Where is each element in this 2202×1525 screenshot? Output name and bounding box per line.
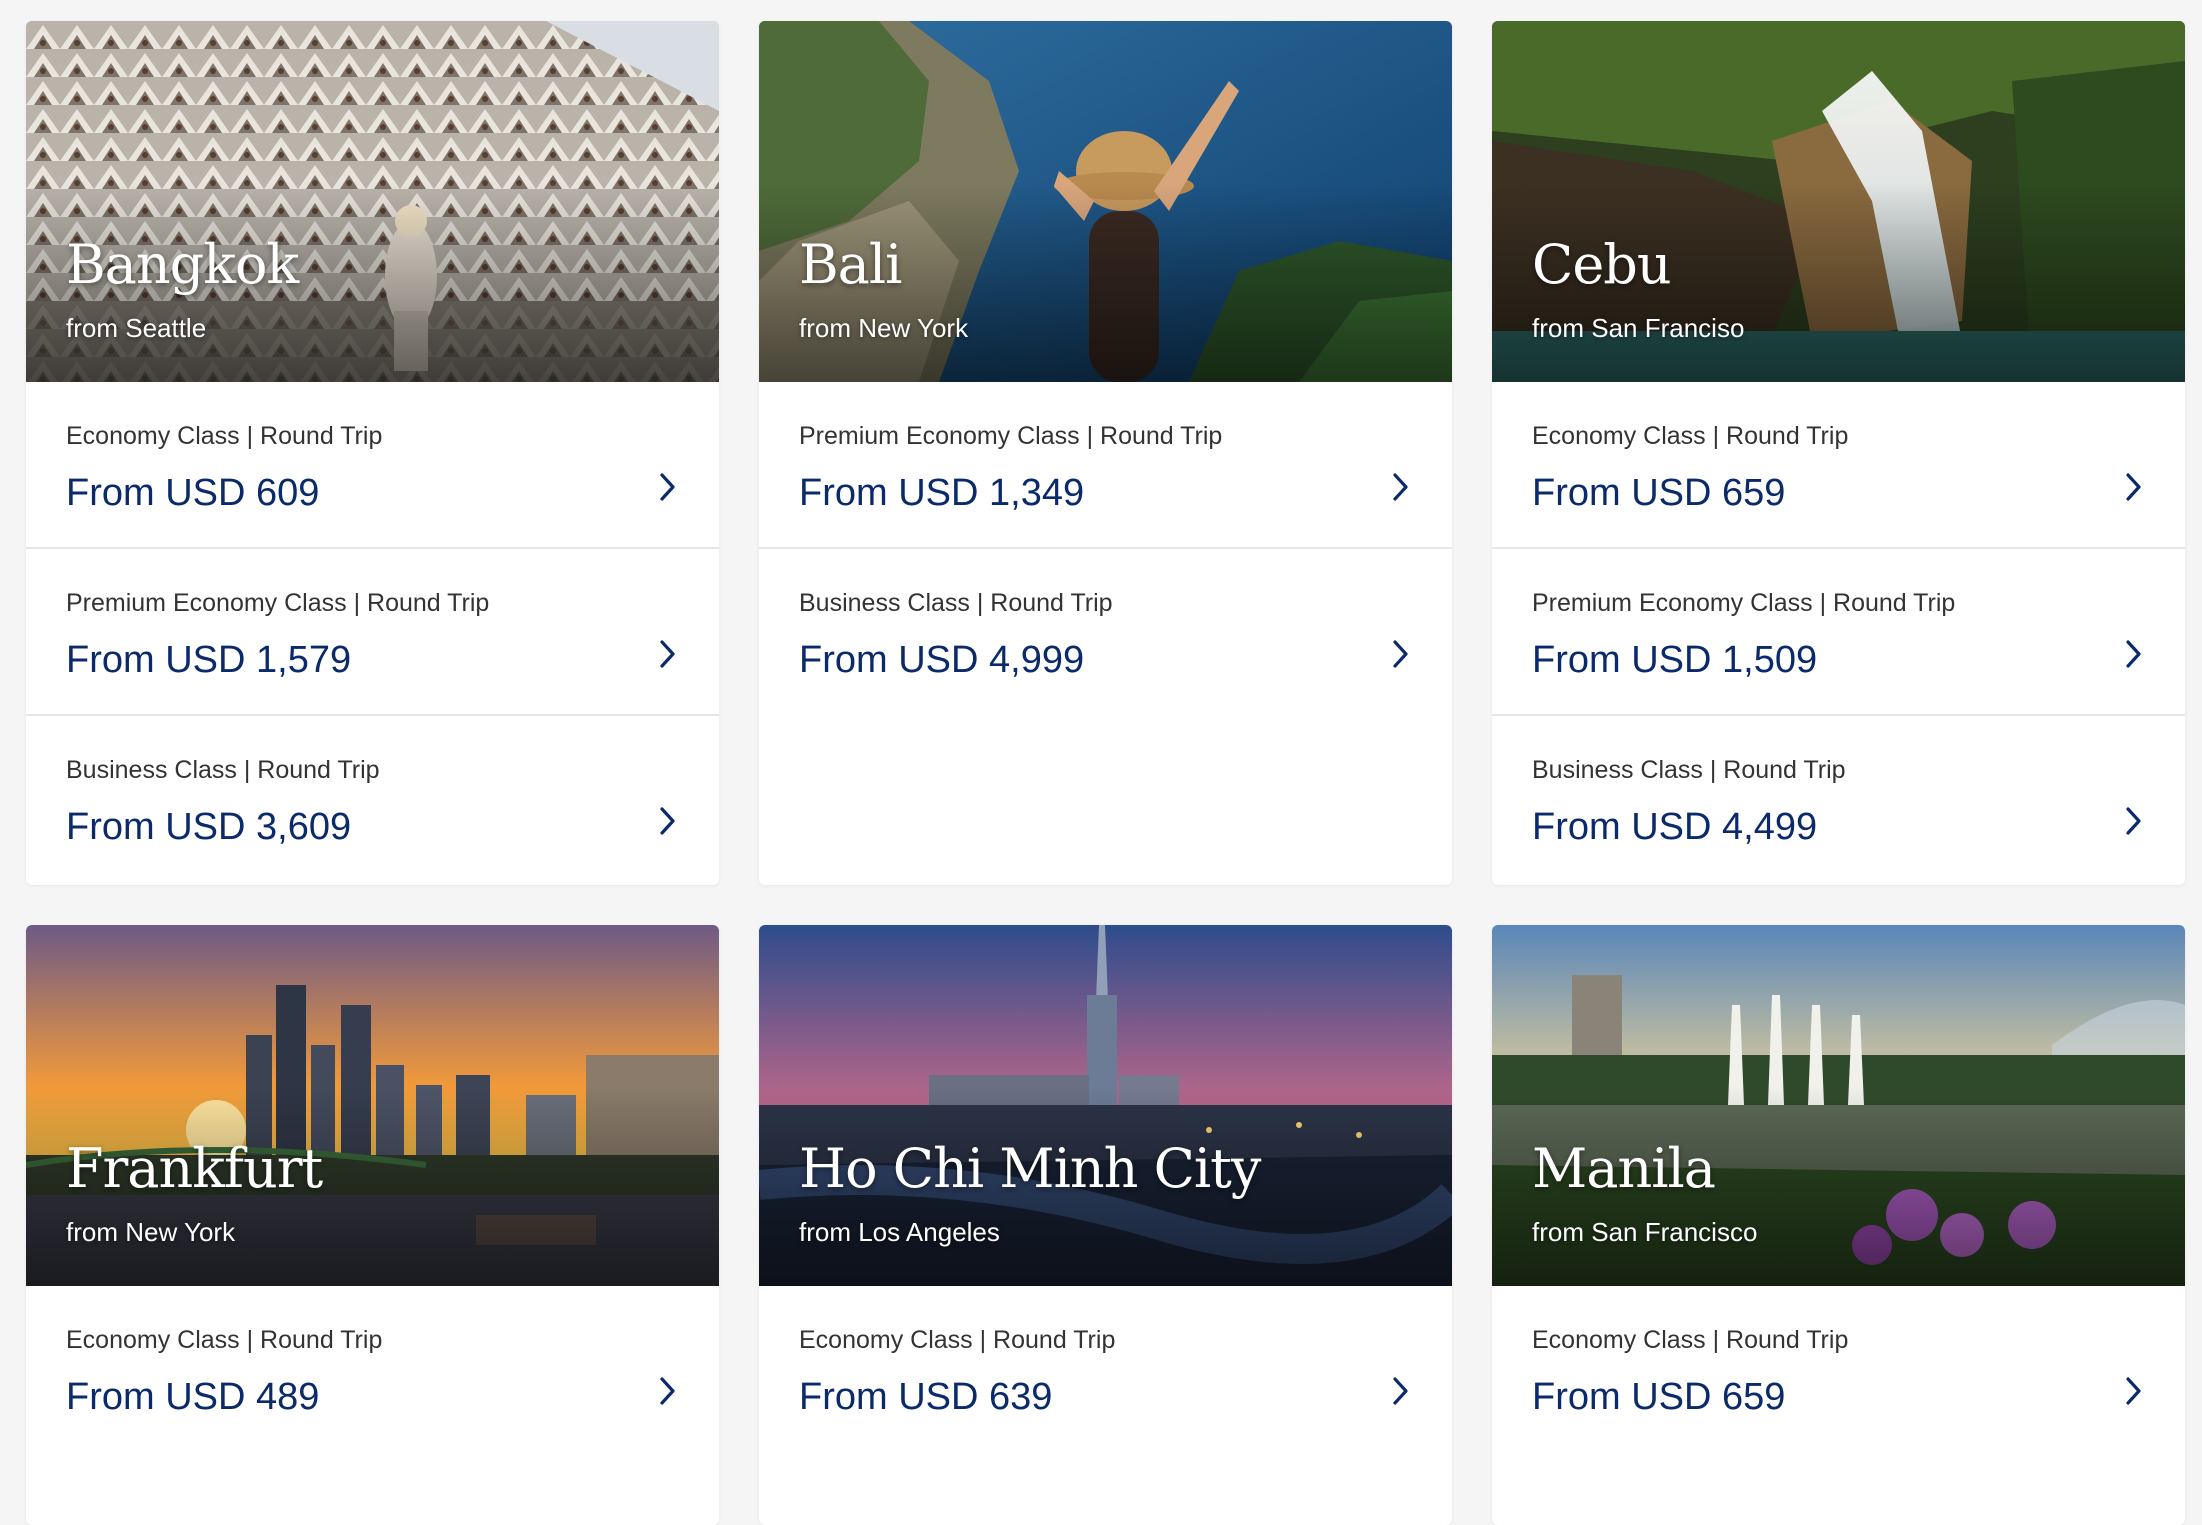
fare-price: From USD 609 xyxy=(66,472,320,514)
fare-row[interactable]: Premium Economy Class | Round Trip From … xyxy=(1492,549,2185,716)
fare-row[interactable]: Business Class | Round Trip From USD 4,9… xyxy=(759,549,1452,714)
chevron-right-icon xyxy=(660,1377,675,1405)
chevron-right-icon xyxy=(660,640,675,668)
chevron-right-icon xyxy=(1393,1377,1408,1405)
fare-cabin-label: Economy Class | Round Trip xyxy=(1532,1326,1849,1354)
hero-image-manila[interactable]: Manila from San Francisco xyxy=(1492,925,2185,1286)
destination-origin: from New York xyxy=(799,313,969,343)
destination-origin: from New York xyxy=(66,1217,236,1247)
destination-origin: from San Franciso xyxy=(1532,313,1745,343)
fare-price: From USD 489 xyxy=(66,1376,320,1418)
fare-price: From USD 1,509 xyxy=(1532,639,1818,681)
destination-origin: from San Francisco xyxy=(1532,1217,1758,1247)
fare-row[interactable]: Economy Class | Round Trip From USD 659 xyxy=(1492,1286,2185,1451)
fare-cabin-label: Premium Economy Class | Round Trip xyxy=(799,422,1223,450)
chevron-right-icon xyxy=(2126,640,2141,668)
chevron-right-icon xyxy=(2126,473,2141,501)
destination-city: Bangkok xyxy=(66,233,299,296)
destination-city: Frankfurt xyxy=(66,1137,323,1200)
destination-card-cebu: Cebu from San Franciso Economy Class | R… xyxy=(1492,21,2185,885)
fare-row[interactable]: Economy Class | Round Trip From USD 659 xyxy=(1492,382,2185,549)
hero-image-ho-chi-minh-city[interactable]: Ho Chi Minh City from Los Angeles xyxy=(759,925,1452,1286)
destination-origin: from Los Angeles xyxy=(799,1217,1000,1247)
fare-price: From USD 4,999 xyxy=(799,639,1085,681)
fare-price: From USD 4,499 xyxy=(1532,806,1818,848)
fare-cabin-label: Premium Economy Class | Round Trip xyxy=(1532,589,1956,617)
fare-cabin-label: Business Class | Round Trip xyxy=(799,589,1113,617)
fare-price: From USD 3,609 xyxy=(66,806,352,848)
destination-city: Bali xyxy=(799,233,902,296)
fare-price: From USD 1,349 xyxy=(799,472,1085,514)
destination-city: Cebu xyxy=(1532,233,1672,296)
fare-price: From USD 659 xyxy=(1532,1376,1786,1418)
fare-cabin-label: Business Class | Round Trip xyxy=(66,756,380,784)
fare-row[interactable]: Economy Class | Round Trip From USD 609 xyxy=(26,382,719,549)
fare-cabin-label: Premium Economy Class | Round Trip xyxy=(66,589,490,617)
fare-row[interactable]: Economy Class | Round Trip From USD 489 xyxy=(26,1286,719,1451)
destination-card-ho-chi-minh-city: Ho Chi Minh City from Los Angeles Econom… xyxy=(759,925,1452,1525)
fare-cabin-label: Economy Class | Round Trip xyxy=(799,1326,1116,1354)
chevron-right-icon xyxy=(2126,1377,2141,1405)
fare-row[interactable]: Business Class | Round Trip From USD 4,4… xyxy=(1492,716,2185,881)
destination-grid: Bangkok from Seattle Economy Class | Rou… xyxy=(26,21,2187,1525)
chevron-right-icon xyxy=(1393,640,1408,668)
fare-row[interactable]: Premium Economy Class | Round Trip From … xyxy=(759,382,1452,549)
fare-cabin-label: Economy Class | Round Trip xyxy=(66,422,383,450)
destination-city: Ho Chi Minh City xyxy=(799,1137,1261,1200)
fare-price: From USD 1,579 xyxy=(66,639,352,681)
fare-price: From USD 659 xyxy=(1532,472,1786,514)
fare-cabin-label: Economy Class | Round Trip xyxy=(1532,422,1849,450)
chevron-right-icon xyxy=(1393,473,1408,501)
destination-card-bali: Bali from New York Premium Economy Class… xyxy=(759,21,1452,885)
fare-cabin-label: Economy Class | Round Trip xyxy=(66,1326,383,1354)
fare-row[interactable]: Economy Class | Round Trip From USD 639 xyxy=(759,1286,1452,1451)
fare-cabin-label: Business Class | Round Trip xyxy=(1532,756,1846,784)
hero-image-bali[interactable]: Bali from New York xyxy=(759,21,1452,382)
destination-origin: from Seattle xyxy=(66,313,207,343)
hero-image-bangkok[interactable]: Bangkok from Seattle xyxy=(26,21,719,382)
destination-card-bangkok: Bangkok from Seattle Economy Class | Rou… xyxy=(26,21,719,885)
fare-price: From USD 639 xyxy=(799,1376,1053,1418)
chevron-right-icon xyxy=(660,473,675,501)
destination-city: Manila xyxy=(1532,1137,1716,1200)
fare-row[interactable]: Premium Economy Class | Round Trip From … xyxy=(26,549,719,716)
hero-image-cebu[interactable]: Cebu from San Franciso xyxy=(1492,21,2185,382)
hero-image-frankfurt[interactable]: Frankfurt from New York xyxy=(26,925,719,1286)
chevron-right-icon xyxy=(2126,807,2141,835)
fare-row[interactable]: Business Class | Round Trip From USD 3,6… xyxy=(26,716,719,881)
chevron-right-icon xyxy=(660,807,675,835)
destination-card-frankfurt: Frankfurt from New York Economy Class | … xyxy=(26,925,719,1525)
destination-card-manila: Manila from San Francisco Economy Class … xyxy=(1492,925,2185,1525)
